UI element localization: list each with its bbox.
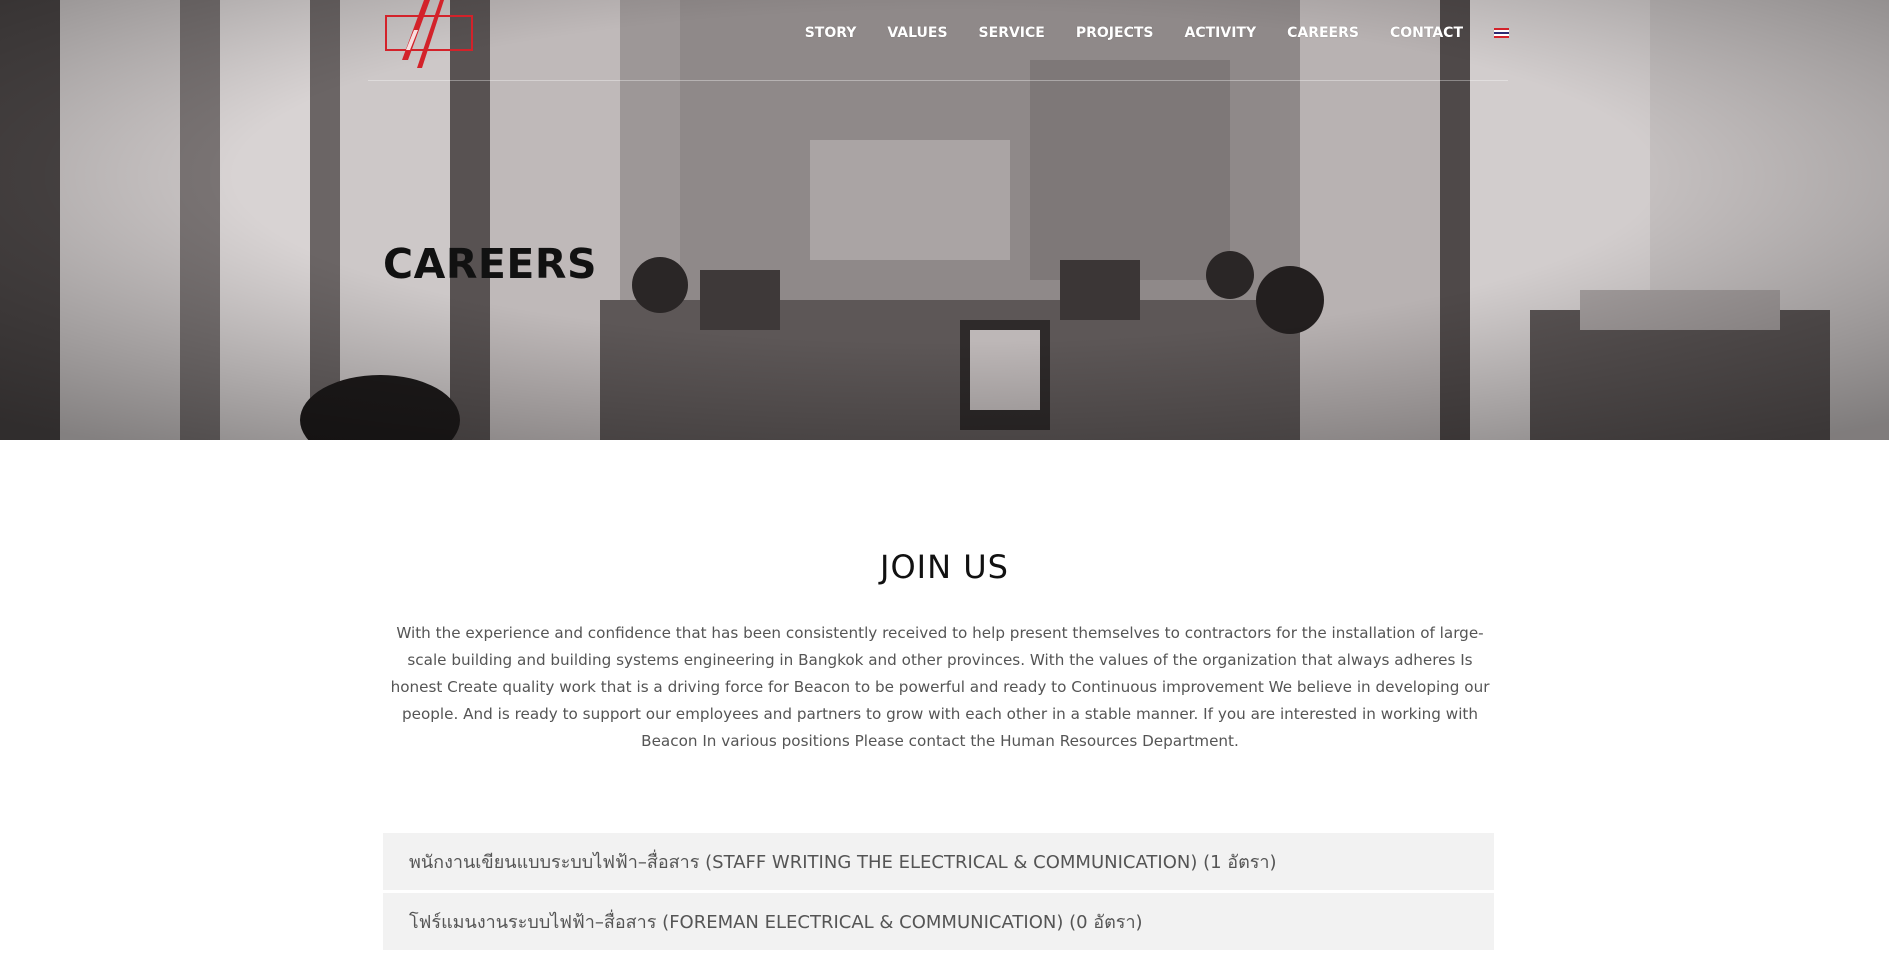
beacon-logo[interactable] [384, 0, 474, 72]
job-item[interactable]: พนักงานเขียนแบบระบบไฟฟ้า–สื่อสาร (STAFF … [383, 833, 1494, 890]
job-title: โฟร์แมนงานระบบไฟฟ้า–สื่อสาร (FOREMAN ELE… [409, 912, 1143, 933]
nav-careers[interactable]: CAREERS [1287, 25, 1359, 41]
hero-banner: STORY VALUES SERVICE PROJECTS ACTIVITY C… [0, 0, 1889, 440]
main-navigation: STORY VALUES SERVICE PROJECTS ACTIVITY C… [774, 25, 1509, 41]
header-divider [368, 80, 1508, 81]
nav-values[interactable]: VALUES [887, 25, 947, 41]
nav-contact[interactable]: CONTACT [1390, 25, 1463, 41]
section-description: With the experience and confidence that … [390, 624, 1490, 750]
section-title: JOIN US [880, 548, 1009, 586]
nav-story[interactable]: STORY [805, 25, 857, 41]
nav-service[interactable]: SERVICE [979, 25, 1045, 41]
page-title: CAREERS [383, 240, 598, 288]
thai-flag-icon[interactable] [1494, 28, 1509, 38]
job-list: พนักงานเขียนแบบระบบไฟฟ้า–สื่อสาร (STAFF … [383, 833, 1494, 953]
job-item[interactable]: โฟร์แมนงานระบบไฟฟ้า–สื่อสาร (FOREMAN ELE… [383, 893, 1494, 950]
job-title: พนักงานเขียนแบบระบบไฟฟ้า–สื่อสาร (STAFF … [409, 852, 1277, 873]
nav-activity[interactable]: ACTIVITY [1184, 25, 1256, 41]
office-background-photo [0, 0, 1889, 440]
nav-projects[interactable]: PROJECTS [1076, 25, 1154, 41]
